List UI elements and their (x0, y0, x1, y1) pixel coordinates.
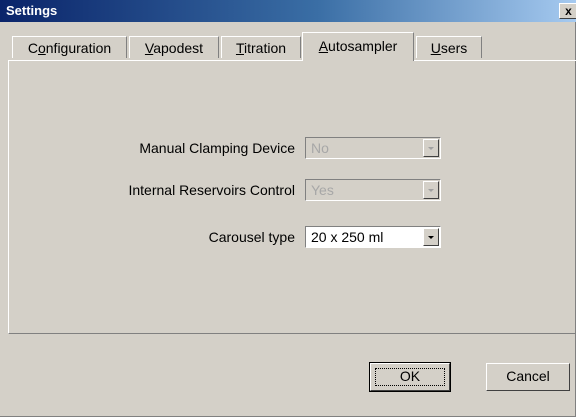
manual-clamping-value: No (311, 140, 329, 156)
manual-clamping-label: Manual Clamping Device (139, 140, 295, 156)
tab-vapodest[interactable]: Vapodest (129, 36, 219, 58)
close-icon: x (565, 4, 572, 18)
tab-label-accel: U (430, 40, 441, 56)
tab-label: sers (440, 40, 468, 56)
settings-dialog: Settings x Configuration Vapodest Titrat… (0, 0, 576, 417)
cancel-button[interactable]: Cancel (486, 363, 570, 391)
tab-titration[interactable]: Titration (221, 36, 301, 58)
carousel-type-label: Carousel type (208, 229, 295, 245)
tab-autosampler[interactable]: Autosampler (302, 32, 414, 61)
tab-configuration[interactable]: Configuration (12, 36, 127, 58)
reservoirs-label: Internal Reservoirs Control (128, 182, 295, 198)
tab-label: apodest (153, 40, 204, 56)
tab-users[interactable]: Users (416, 36, 482, 58)
tab-label-accel: T (235, 40, 244, 56)
carousel-type-value: 20 x 250 ml (307, 228, 422, 246)
chevron-down-icon[interactable] (423, 181, 439, 199)
manual-clamping-select[interactable]: No (305, 137, 441, 159)
cancel-button-label: Cancel (506, 368, 550, 384)
tab-label-accel: V (144, 40, 154, 56)
tab-label: C (27, 40, 38, 56)
chevron-down-icon[interactable] (423, 139, 439, 157)
reservoirs-select[interactable]: Yes (305, 179, 441, 201)
focus-rect (375, 368, 445, 386)
title-bar[interactable]: Settings x (0, 0, 576, 22)
chevron-down-icon[interactable] (423, 228, 439, 246)
ok-button[interactable]: OK (369, 362, 451, 392)
tab-label: itration (244, 40, 287, 56)
tab-label: utosampler (328, 38, 398, 54)
tab-label-accel: A (318, 38, 329, 54)
carousel-type-select[interactable]: 20 x 250 ml (305, 226, 441, 248)
tab-label: nfiguration (45, 40, 112, 56)
reservoirs-value: Yes (311, 182, 334, 198)
close-button[interactable]: x (559, 3, 576, 19)
tab-label-accel: o (37, 40, 46, 56)
window-title: Settings (6, 3, 58, 18)
